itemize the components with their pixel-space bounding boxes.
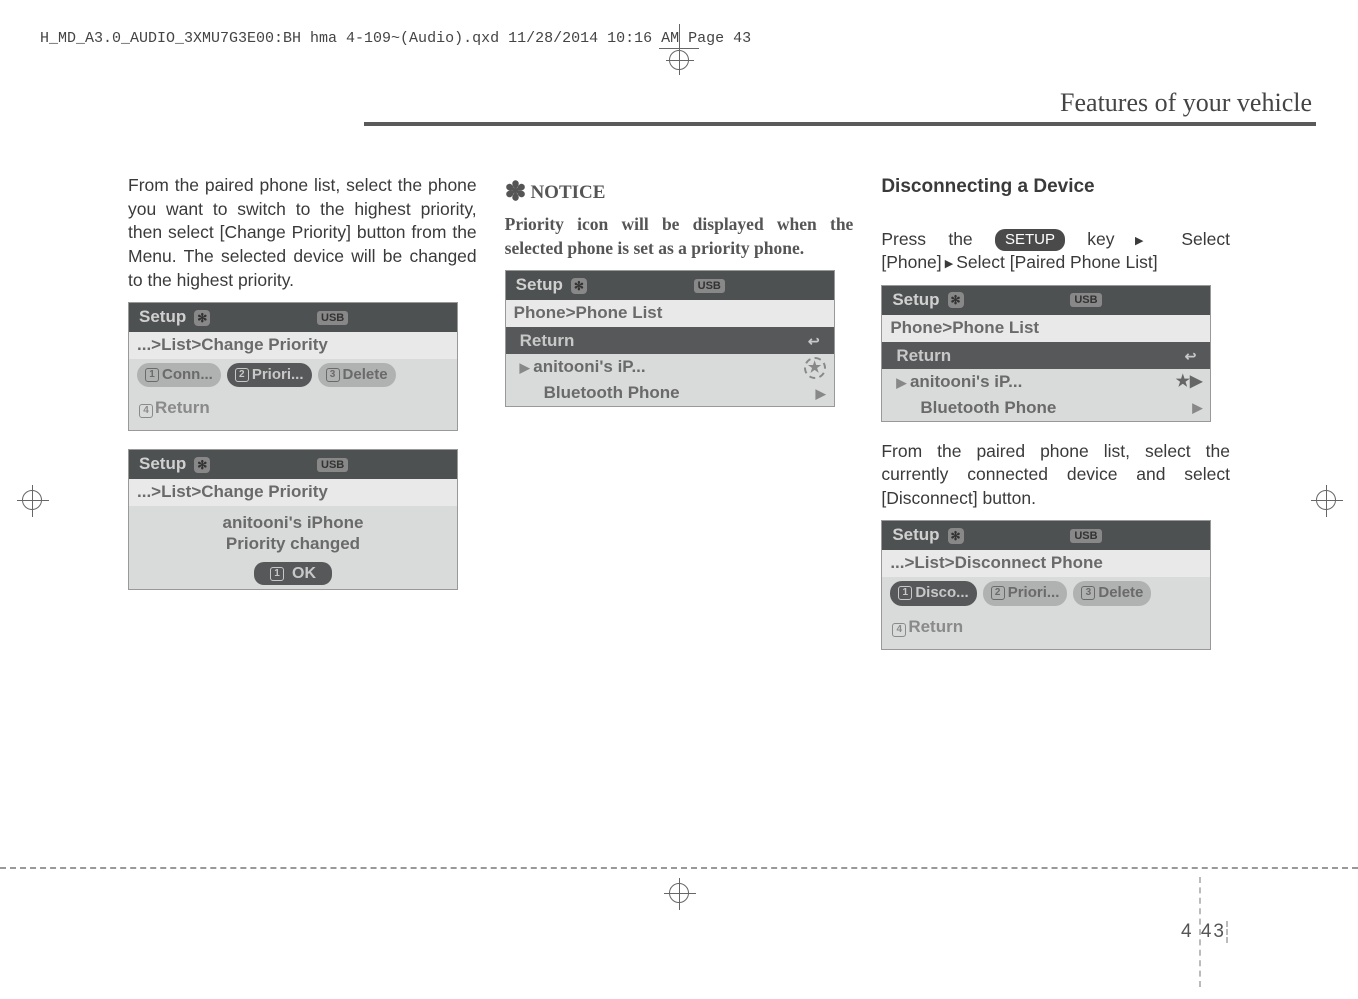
usb-icon: USB [694,279,725,293]
usb-icon: USB [317,458,348,472]
page-title-bar: Features of your vehicle [0,88,1316,122]
body-text: From the paired phone list, select the c… [881,440,1230,511]
menu-pill: 1Conn... [137,363,221,387]
chevron-right-icon: ▶ [520,360,534,375]
chevron-right-icon: ▶ [1192,399,1202,417]
page-title-underline [364,122,1316,126]
body-text: [Phone] ▶ Select [Paired Phone List] [881,251,1230,275]
setup-key-label: SETUP [995,229,1065,251]
registration-mark [669,883,689,903]
page-number: 4 43 [1181,921,1228,943]
ok-button: 1OK [254,562,332,586]
bluetooth-icon: ✻ [948,292,964,308]
setup-label: Setup [139,306,186,329]
registration-mark [669,50,689,70]
menu-pill-row: 1Disco... 2Priori... 3Delete [882,577,1210,607]
star-priority-icon: ★ [804,357,826,379]
phone-screen: Setup ✻ USB ...>List>Disconnect Phone 1D… [881,520,1211,649]
setup-label: Setup [139,453,186,476]
phone-screen: Setup ✻ USB Phone>Phone List Return ↩ ▶ … [505,270,835,407]
return-row: Return ↩ [506,327,834,354]
screen-header: Setup ✻ USB [129,303,457,332]
menu-pill: 3Delete [318,363,396,387]
chevron-right-icon: ▶ [816,385,826,403]
screen-header: Setup ✻ USB [882,521,1210,550]
bluetooth-icon: ✻ [948,528,964,544]
column-1: From the paired phone list, select the p… [128,174,477,668]
screen-header: Setup ✻ USB [506,271,834,300]
bluetooth-icon: ✻ [571,278,587,294]
bluetooth-icon: ✻ [194,457,210,473]
content-columns: From the paired phone list, select the p… [128,174,1230,668]
chevron-right-icon: ▶ [942,258,957,270]
list-item: Bluetooth Phone ▶ [506,380,834,406]
menu-pill: 3Delete [1073,581,1151,605]
breadcrumb: Phone>Phone List [506,300,834,327]
body-text: From the paired phone list, select the p… [128,174,477,292]
breadcrumb: Phone>Phone List [882,315,1210,342]
list-item: ▶ anitooni's iP... ★ [506,354,834,380]
menu-pill-row: 1Conn... 2Priori... 3Delete [129,359,457,389]
setup-label: Setup [892,289,939,312]
back-icon: ↩ [802,331,826,352]
file-meta-line: H_MD_A3.0_AUDIO_3XMU7G3E00:BH hma 4-109~… [40,30,751,47]
column-3: Disconnecting a Device Press the SETUP k… [881,174,1230,668]
screen-header: Setup ✻ USB [129,450,457,479]
menu-pill-selected: 2Priori... [227,363,312,387]
ok-row: 1OK [129,557,457,590]
chevron-right-icon: ▶ [896,375,910,390]
phone-screen: Setup ✻ USB ...>List>Change Priority 1Co… [128,302,458,431]
column-2: ✽NOTICE Priority icon will be displayed … [505,174,854,668]
setup-label: Setup [892,524,939,547]
star-arrow-icon: ★▶ [1176,371,1203,393]
return-row: Return ↩ [882,342,1210,369]
breadcrumb: ...>List>Disconnect Phone [882,550,1210,577]
usb-icon: USB [1070,529,1101,543]
screen-header: Setup ✻ USB [882,286,1210,315]
return-row: 4Return [129,389,457,430]
asterisk-icon: ✽ [505,177,527,206]
return-row: 4Return [882,608,1210,649]
menu-pill: 2Priori... [983,581,1068,605]
usb-icon: USB [317,311,348,325]
breadcrumb: ...>List>Change Priority [129,479,457,506]
section-heading: Disconnecting a Device [881,174,1230,200]
menu-pill-selected: 1Disco... [890,581,976,605]
body-text: Press the SETUP key ▶ Select [881,228,1230,252]
notice-body: Priority icon will be displayed when the… [505,213,854,260]
page-title: Features of your vehicle [1060,88,1316,117]
usb-icon: USB [1070,293,1101,307]
cut-line [0,867,1358,869]
registration-mark [22,490,42,510]
setup-label: Setup [516,274,563,297]
bluetooth-icon: ✻ [194,310,210,326]
phone-screen: Setup ✻ USB Phone>Phone List Return ↩ ▶ … [881,285,1211,422]
registration-mark [1316,490,1336,510]
notice-heading: ✽NOTICE [505,174,854,209]
chevron-right-icon: ▶ [1115,235,1182,247]
list-item: ▶ anitooni's iP... ★▶ [882,369,1210,395]
confirmation-message: anitooni's iPhone Priority changed [129,506,457,557]
list-item: Bluetooth Phone ▶ [882,395,1210,421]
phone-screen: Setup ✻ USB ...>List>Change Priority ani… [128,449,458,590]
breadcrumb: ...>List>Change Priority [129,332,457,359]
back-icon: ↩ [1179,346,1203,367]
